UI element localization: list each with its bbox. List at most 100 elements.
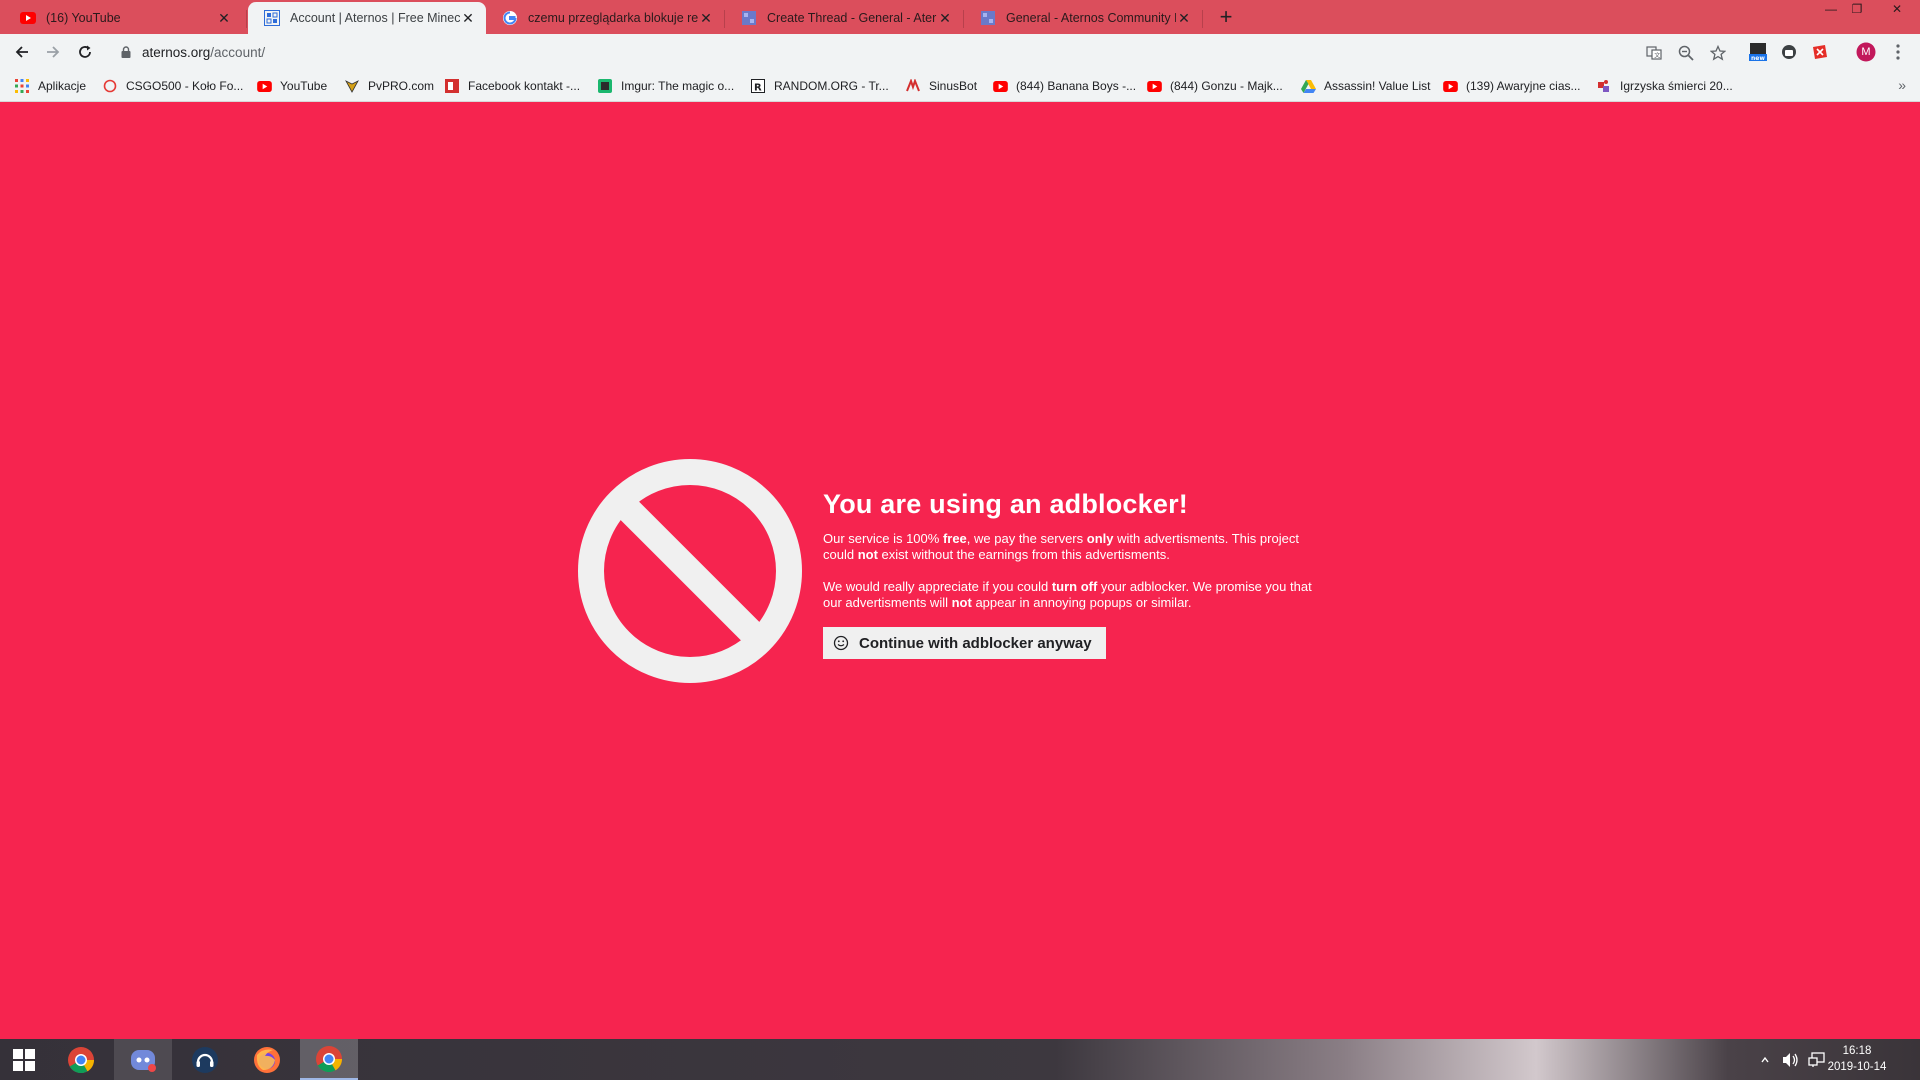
taskbar-chrome-active[interactable] (300, 1039, 358, 1080)
adblock-message: You are using an adblocker! Our service … (823, 487, 1323, 659)
bookmark-label: Assassin! Value List (1324, 79, 1431, 93)
bookmark-label: SinusBot (929, 79, 978, 93)
discord-icon (131, 1049, 156, 1072)
extension-new-icon[interactable]: new (1748, 42, 1768, 62)
smiley-icon (833, 635, 849, 651)
tab-title: General - Aternos Community Fo (1006, 11, 1176, 25)
url-host: aternos.org (142, 44, 211, 60)
close-icon[interactable]: ✕ (216, 10, 232, 26)
google-drive-icon (1300, 78, 1316, 94)
puzzle-icon (1596, 78, 1612, 94)
bookmark-star-icon[interactable] (1708, 43, 1728, 63)
tab-create-thread[interactable]: Create Thread - General - Aternos ✕ (725, 2, 963, 34)
bookmark-label: RANDOM.ORG - Tr... (774, 79, 889, 93)
taskbar-chrome[interactable] (52, 1039, 110, 1080)
tab-google-search[interactable]: czemu przeglądarka blokuje rekla ✕ (486, 2, 724, 34)
bookmark-youtube[interactable]: YouTube (256, 77, 327, 95)
show-hidden-icons-button[interactable] (1760, 1039, 1770, 1080)
random-org-icon: R (750, 78, 766, 94)
aternos-icon (741, 10, 757, 26)
back-button[interactable] (10, 40, 34, 64)
extension-red-icon[interactable] (1810, 42, 1830, 62)
close-icon[interactable]: ✕ (460, 10, 476, 26)
tab-separator (1202, 10, 1203, 28)
reload-button[interactable] (73, 40, 97, 64)
emphasis-only: only (1086, 531, 1114, 546)
aternos-icon (264, 10, 280, 26)
close-icon[interactable]: ✕ (698, 10, 714, 26)
windows-logo-icon (13, 1048, 35, 1071)
lock-icon (120, 45, 132, 59)
close-icon[interactable]: ✕ (1176, 10, 1192, 26)
translate-icon[interactable]: 文 (1644, 43, 1664, 63)
page-title: You are using an adblocker! (823, 489, 1188, 519)
apps-grid-icon (14, 78, 30, 94)
bookmark-imgur[interactable]: Imgur: The magic o... (597, 77, 734, 95)
system-clock[interactable]: 16:18 2019-10-14 (1812, 1043, 1902, 1075)
sinusbot-icon (905, 78, 921, 94)
close-icon[interactable]: ✕ (937, 10, 953, 26)
taskbar-firefox[interactable] (238, 1039, 296, 1080)
start-button[interactable] (0, 1039, 48, 1080)
bookmark-awaryjne[interactable]: (139) Awaryjne cias... (1442, 77, 1581, 95)
taskbar-discord[interactable] (114, 1039, 172, 1080)
svg-text:new: new (1751, 55, 1765, 62)
forward-button[interactable] (41, 40, 65, 64)
bookmark-label: (844) Gonzu - Majk... (1170, 79, 1283, 93)
bookmark-gonzu[interactable]: (844) Gonzu - Majk... (1146, 77, 1283, 95)
text: Our service is 100% (823, 531, 943, 546)
profile-avatar[interactable]: M (1856, 42, 1876, 62)
bookmark-label: YouTube (280, 79, 328, 93)
bookmark-label: PvPRO.com (368, 79, 435, 93)
reload-icon (79, 45, 91, 58)
bookmark-assassin-value-list[interactable]: Assassin! Value List (1300, 77, 1431, 95)
bookmark-label: (139) Awaryjne cias... (1466, 79, 1581, 93)
youtube-icon (20, 10, 36, 26)
profile-initial: M (1861, 46, 1871, 58)
button-label: Continue with adblocker anyway (859, 634, 1092, 652)
bookmark-label: Imgur: The magic o... (621, 79, 735, 93)
tab-aternos-account[interactable]: Account | Aternos | Free Minecraft ✕ (248, 2, 486, 34)
tab-youtube[interactable]: (16) YouTube ✕ (4, 2, 242, 34)
bookmark-csgo500[interactable]: CSGO500 - Koło Fo... (102, 77, 243, 95)
speaker-icon (1783, 1052, 1798, 1067)
text: appear in annoying popups or similar. (971, 595, 1192, 610)
emphasis-not: not (857, 547, 878, 562)
text: exist without the earnings from this adv… (877, 547, 1170, 562)
tab-title: Account | Aternos | Free Minecraft (290, 11, 460, 25)
chrome-icon (316, 1045, 343, 1072)
windows-taskbar: 16:18 2019-10-14 (0, 1039, 1920, 1080)
volume-button[interactable] (1782, 1039, 1800, 1080)
chevron-up-icon (1761, 1056, 1769, 1062)
menu-kebab-icon[interactable] (1888, 42, 1908, 62)
bookmark-facebook-contact[interactable]: Facebook kontakt -... (444, 77, 580, 95)
chrome-icon (68, 1046, 95, 1073)
zoom-icon[interactable] (1676, 43, 1696, 63)
continue-with-adblocker-button[interactable]: Continue with adblocker anyway (823, 627, 1106, 659)
teamspeak-icon (192, 1046, 218, 1073)
bookmark-label: Igrzyska śmierci 20... (1620, 79, 1733, 93)
youtube-icon (1146, 78, 1162, 94)
bookmark-apps[interactable]: Aplikacje (14, 77, 86, 95)
explanation-paragraph: Our service is 100% free, we pay the ser… (823, 531, 1323, 563)
adblock-notice-page: You are using an adblocker! Our service … (0, 103, 1920, 1039)
address-bar[interactable]: aternos.org/account/ 文 (110, 37, 1746, 67)
bookmark-pvpro[interactable]: PvPRO.com (344, 77, 434, 95)
svg-text:R: R (754, 83, 762, 94)
close-window-button[interactable]: ✕ (1874, 0, 1920, 20)
taskbar-teamspeak[interactable] (176, 1039, 234, 1080)
extension-shield-icon[interactable] (1779, 42, 1799, 62)
bookmark-label: Facebook kontakt -... (468, 79, 581, 93)
bookmarks-bar: Aplikacje CSGO500 - Koło Fo... YouTube P… (0, 70, 1920, 102)
bookmark-igrzyska[interactable]: Igrzyska śmierci 20... (1596, 77, 1733, 95)
tab-title: (16) YouTube (46, 11, 121, 25)
bookmark-banana-boys[interactable]: (844) Banana Boys -... (992, 77, 1136, 95)
new-tab-button[interactable]: + (1214, 6, 1238, 30)
text: We would really appreciate if you could (823, 579, 1052, 594)
arrow-right-icon (47, 46, 60, 58)
bookmark-random-org[interactable]: R RANDOM.ORG - Tr... (750, 77, 889, 95)
tab-separator (246, 10, 247, 28)
more-bookmarks-button[interactable]: » (1898, 77, 1906, 93)
tab-community-forum[interactable]: General - Aternos Community Fo ✕ (964, 2, 1202, 34)
bookmark-sinusbot[interactable]: SinusBot (905, 77, 977, 95)
